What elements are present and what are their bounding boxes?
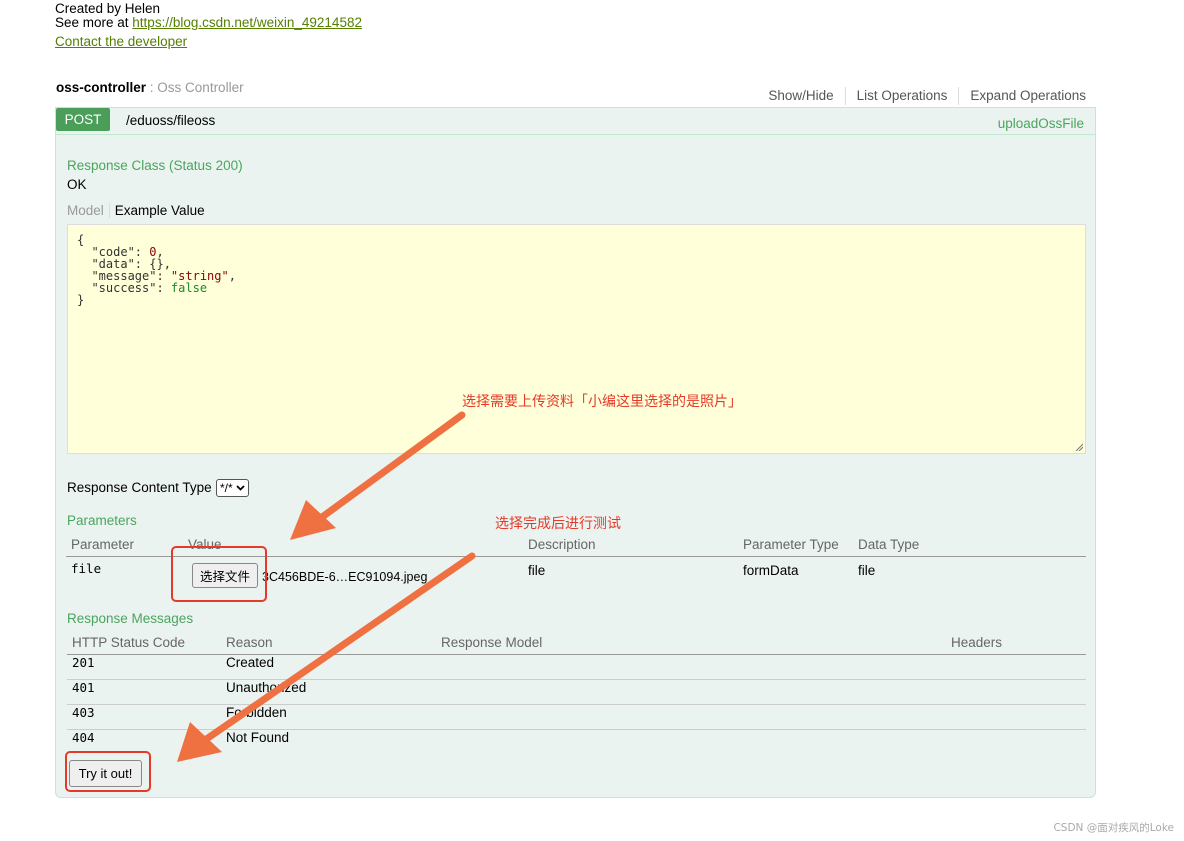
col-description: Description <box>523 535 738 557</box>
operation-nickname[interactable]: uploadOssFile <box>998 116 1084 131</box>
status-code: 401 <box>67 679 221 705</box>
highlight-try-it-out <box>65 751 151 792</box>
tab-model[interactable]: Model <box>67 203 110 218</box>
json-key: "success": <box>77 281 171 295</box>
response-class-title: Response Class (Status 200) <box>67 158 243 173</box>
response-row: 201 Created <box>67 654 1086 680</box>
select-value: */* <box>220 481 233 495</box>
show-hide-link[interactable]: Show/Hide <box>757 87 844 105</box>
example-value-box[interactable]: { "code": 0, "data": {}, "message": "str… <box>67 224 1086 454</box>
response-row: 401 Unauthorized <box>67 679 1086 705</box>
controller-name: oss-controller <box>56 80 147 95</box>
response-headers <box>946 730 1086 755</box>
watermark: CSDN @面对疾风的Loke <box>1053 822 1174 834</box>
operation-panel: POST /eduoss/fileoss uploadOssFile Respo… <box>55 107 1096 798</box>
response-headers <box>946 704 1086 730</box>
response-headers <box>946 679 1086 705</box>
reason: Unauthorized <box>221 679 436 705</box>
header-info: Created by Helen See more at https://blo… <box>55 2 362 30</box>
col-data-type: Data Type <box>853 535 1086 557</box>
response-content-type-select[interactable]: */* <box>216 479 249 497</box>
controller-description: Oss Controller <box>157 80 244 95</box>
response-row: 404 Not Found <box>67 730 1086 755</box>
operation-header[interactable]: POST /eduoss/fileoss uploadOssFile <box>56 108 1095 135</box>
param-description: file <box>528 563 546 578</box>
col-reason: Reason <box>221 633 436 655</box>
contact-developer-link[interactable]: Contact the developer <box>55 34 187 49</box>
response-messages-table: HTTP Status Code Reason Response Model H… <box>67 633 1086 754</box>
response-model <box>436 730 946 755</box>
response-content-type-label: Response Content Type <box>67 480 212 495</box>
controller-title[interactable]: oss-controller : Oss Controller <box>56 80 244 95</box>
chevron-down-icon <box>236 485 245 491</box>
reason: Not Found <box>226 730 290 745</box>
expand-operations-link[interactable]: Expand Operations <box>958 87 1086 105</box>
operation-path[interactable]: /eduoss/fileoss <box>126 113 215 128</box>
status-code: 201 <box>67 654 221 680</box>
col-parameter: Parameter <box>66 535 183 557</box>
reason: Forbidden <box>221 704 436 730</box>
response-model <box>436 679 946 705</box>
response-headers <box>946 654 1086 680</box>
parameters-title: Parameters <box>67 513 137 528</box>
reason: Created <box>221 654 436 680</box>
tab-example-value[interactable]: Example Value <box>110 203 205 218</box>
status-code: 403 <box>67 704 221 730</box>
highlight-choose-file <box>171 546 267 602</box>
annotation-test: 选择完成后进行测试 <box>495 516 621 532</box>
response-row: 403 Forbidden <box>67 704 1086 730</box>
model-tabs: Model Example Value <box>67 203 205 218</box>
param-name: file <box>71 561 102 576</box>
response-model <box>436 654 946 680</box>
selected-file-name: 3C456BDE-6…EC91094.jpeg <box>262 570 428 584</box>
col-parameter-type: Parameter Type <box>738 535 853 557</box>
annotation-select-file: 选择需要上传资料「小编这里选择的是照片」 <box>462 394 742 410</box>
response-messages-title: Response Messages <box>67 611 194 626</box>
response-class-value: OK <box>67 177 87 192</box>
see-more-prefix: See more at <box>55 15 133 30</box>
see-more: See more at https://blog.csdn.net/weixin… <box>55 16 362 30</box>
created-by: Created by Helen <box>55 1 161 16</box>
method-badge[interactable]: POST <box>56 108 110 131</box>
blog-link[interactable]: https://blog.csdn.net/weixin_49214582 <box>132 15 362 30</box>
controller-links: Show/Hide List Operations Expand Operati… <box>757 87 1086 105</box>
controller-separator: : <box>146 80 158 95</box>
param-data-type: file <box>858 563 876 578</box>
list-operations-link[interactable]: List Operations <box>844 87 959 105</box>
param-type: formData <box>743 563 799 578</box>
json-close: } <box>77 293 85 307</box>
col-http-status-code: HTTP Status Code <box>67 633 221 655</box>
resize-handle-icon[interactable] <box>1075 443 1083 451</box>
col-headers: Headers <box>946 633 1086 655</box>
response-model <box>436 704 946 730</box>
json-value: false <box>170 281 208 295</box>
col-response-model: Response Model <box>436 633 946 655</box>
